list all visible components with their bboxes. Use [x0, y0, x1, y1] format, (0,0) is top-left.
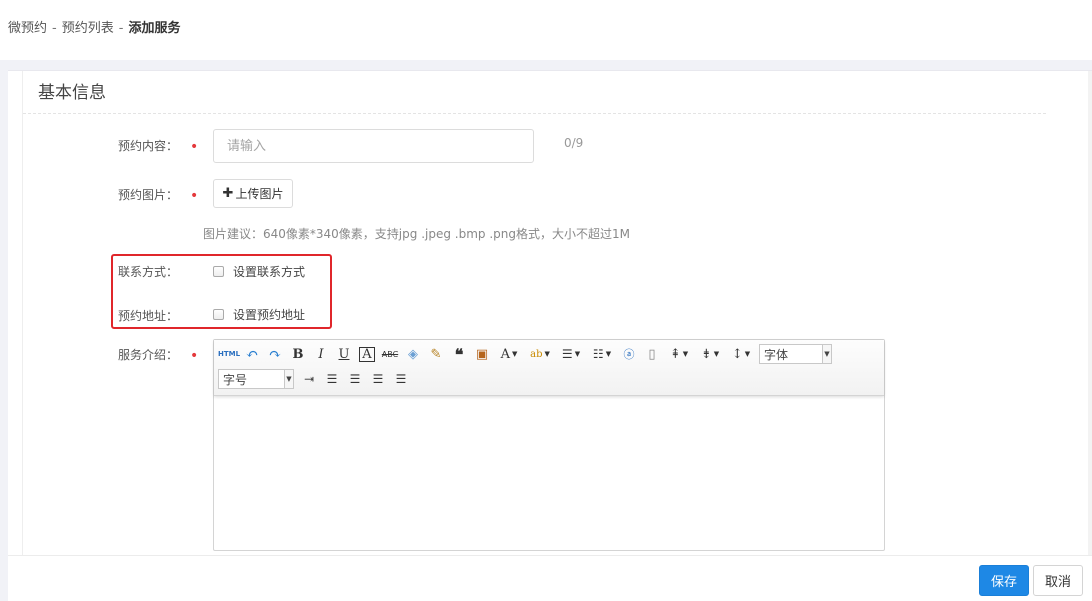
align-justify-icon[interactable]: ☰ [390, 369, 412, 389]
redo-icon[interactable]: ↷ [264, 344, 286, 364]
blockquote-icon[interactable]: ❝ [448, 344, 470, 364]
contact-checkbox-label[interactable]: 设置联系方式 [233, 263, 305, 280]
font-family-select[interactable]: 字体 ▼ [759, 344, 832, 364]
content-input[interactable] [213, 129, 534, 163]
cancel-button[interactable]: 取消 [1033, 565, 1083, 596]
font-color-icon[interactable]: A ▼ [494, 344, 524, 364]
toolbar-row-2: 字号 ▼ ⇥ ☰ ☰ ☰ ☰ [218, 369, 413, 389]
address-checkbox-label[interactable]: 设置预约地址 [233, 306, 305, 323]
form-panel: 基本信息 预约内容： • 0/9 预约图片： • ✚上传图片 图片建议：640像… [8, 70, 1092, 601]
editor-toolbar: HTML ↶ ↷ B I U A ABC ◈ ✎ ❝ ▣ A ▼ ab ▼ ☰ ▼ ☷… [214, 340, 884, 396]
breadcrumb-item-booking-list[interactable]: 预约列表 [62, 21, 114, 36]
font-border-icon[interactable]: A [356, 344, 378, 364]
breadcrumb-separator: - [118, 21, 124, 36]
address-label: 预约地址： [117, 309, 178, 323]
underline-icon[interactable]: U [333, 344, 355, 364]
chevron-down-icon: ▼ [822, 345, 831, 363]
breadcrumb-separator: - [52, 21, 57, 36]
html-icon[interactable]: HTML [218, 344, 240, 364]
contact-label: 联系方式： [117, 265, 178, 279]
row-spacing-top-icon[interactable]: ⇞ ▼ [664, 344, 694, 364]
address-checkbox-row[interactable]: 设置预约地址 [213, 306, 305, 323]
font-size-value: 字号 [223, 372, 248, 387]
line-height-icon[interactable]: ↕ ▼ [726, 344, 756, 364]
image-hint: 图片建议：640像素*340像素，支持jpg .jpeg .bmp .png格式… [203, 227, 630, 241]
indent-icon[interactable]: ⇥ [298, 369, 320, 389]
rich-text-editor[interactable]: HTML ↶ ↷ B I U A ABC ◈ ✎ ❝ ▣ A ▼ ab ▼ ☰ ▼ ☷… [213, 339, 885, 551]
breadcrumb: 微预约 - 预约列表 - 添加服务 [8, 17, 180, 36]
chevron-down-icon: ▼ [284, 370, 293, 388]
section-title: 基本信息 [38, 83, 106, 103]
unordered-list-icon[interactable]: ☷ ▼ [587, 344, 617, 364]
section-divider [23, 113, 1046, 114]
undo-icon[interactable]: ↶ [241, 344, 263, 364]
required-marker: • [190, 139, 199, 155]
scrollbar[interactable] [1088, 71, 1092, 555]
required-marker: • [190, 348, 199, 364]
align-center-icon[interactable]: ☰ [344, 369, 366, 389]
contact-checkbox-row[interactable]: 设置联系方式 [213, 263, 305, 280]
paste-plain-icon[interactable]: ▣ [471, 344, 493, 364]
footer-divider [8, 555, 1092, 556]
font-family-value: 字体 [764, 347, 789, 362]
panel-left-border [22, 71, 23, 555]
align-left-icon[interactable]: ☰ [321, 369, 343, 389]
save-button[interactable]: 保存 [979, 565, 1029, 596]
content-label: 预约内容： [117, 139, 178, 153]
eraser-icon[interactable]: ◈ [402, 344, 424, 364]
upload-image-button[interactable]: ✚ 上传图片 [213, 179, 293, 208]
blank-page-icon[interactable]: ▯ [641, 344, 663, 364]
breadcrumb-current: 添加服务 [128, 21, 181, 36]
plus-icon: ✚ [222, 186, 234, 201]
upload-image-label: 上传图片 [235, 187, 284, 201]
intro-label: 服务介绍： [117, 348, 178, 362]
link-icon[interactable]: ⓐ [618, 344, 640, 364]
char-counter: 0/9 [564, 136, 584, 150]
back-color-icon[interactable]: ab ▼ [525, 344, 555, 364]
font-size-select[interactable]: 字号 ▼ [218, 369, 294, 389]
required-marker: • [190, 188, 199, 204]
ordered-list-icon[interactable]: ☰ ▼ [556, 344, 586, 364]
bold-icon[interactable]: B [287, 344, 309, 364]
top-bar: 微预约 - 预约列表 - 添加服务 [0, 0, 1092, 60]
image-label: 预约图片： [117, 188, 178, 202]
row-spacing-bottom-icon[interactable]: ⇟ ▼ [695, 344, 725, 364]
toolbar-row-1: HTML ↶ ↷ B I U A ABC ◈ ✎ ❝ ▣ A ▼ ab ▼ ☰ ▼ ☷… [218, 344, 832, 364]
strikethrough-icon[interactable]: ABC [379, 344, 401, 364]
align-right-icon[interactable]: ☰ [367, 369, 389, 389]
format-brush-icon[interactable]: ✎ [425, 344, 447, 364]
italic-icon[interactable]: I [310, 344, 332, 364]
address-checkbox[interactable] [213, 309, 224, 320]
breadcrumb-item-micro-booking[interactable]: 微预约 [8, 21, 47, 36]
contact-checkbox[interactable] [213, 266, 224, 277]
